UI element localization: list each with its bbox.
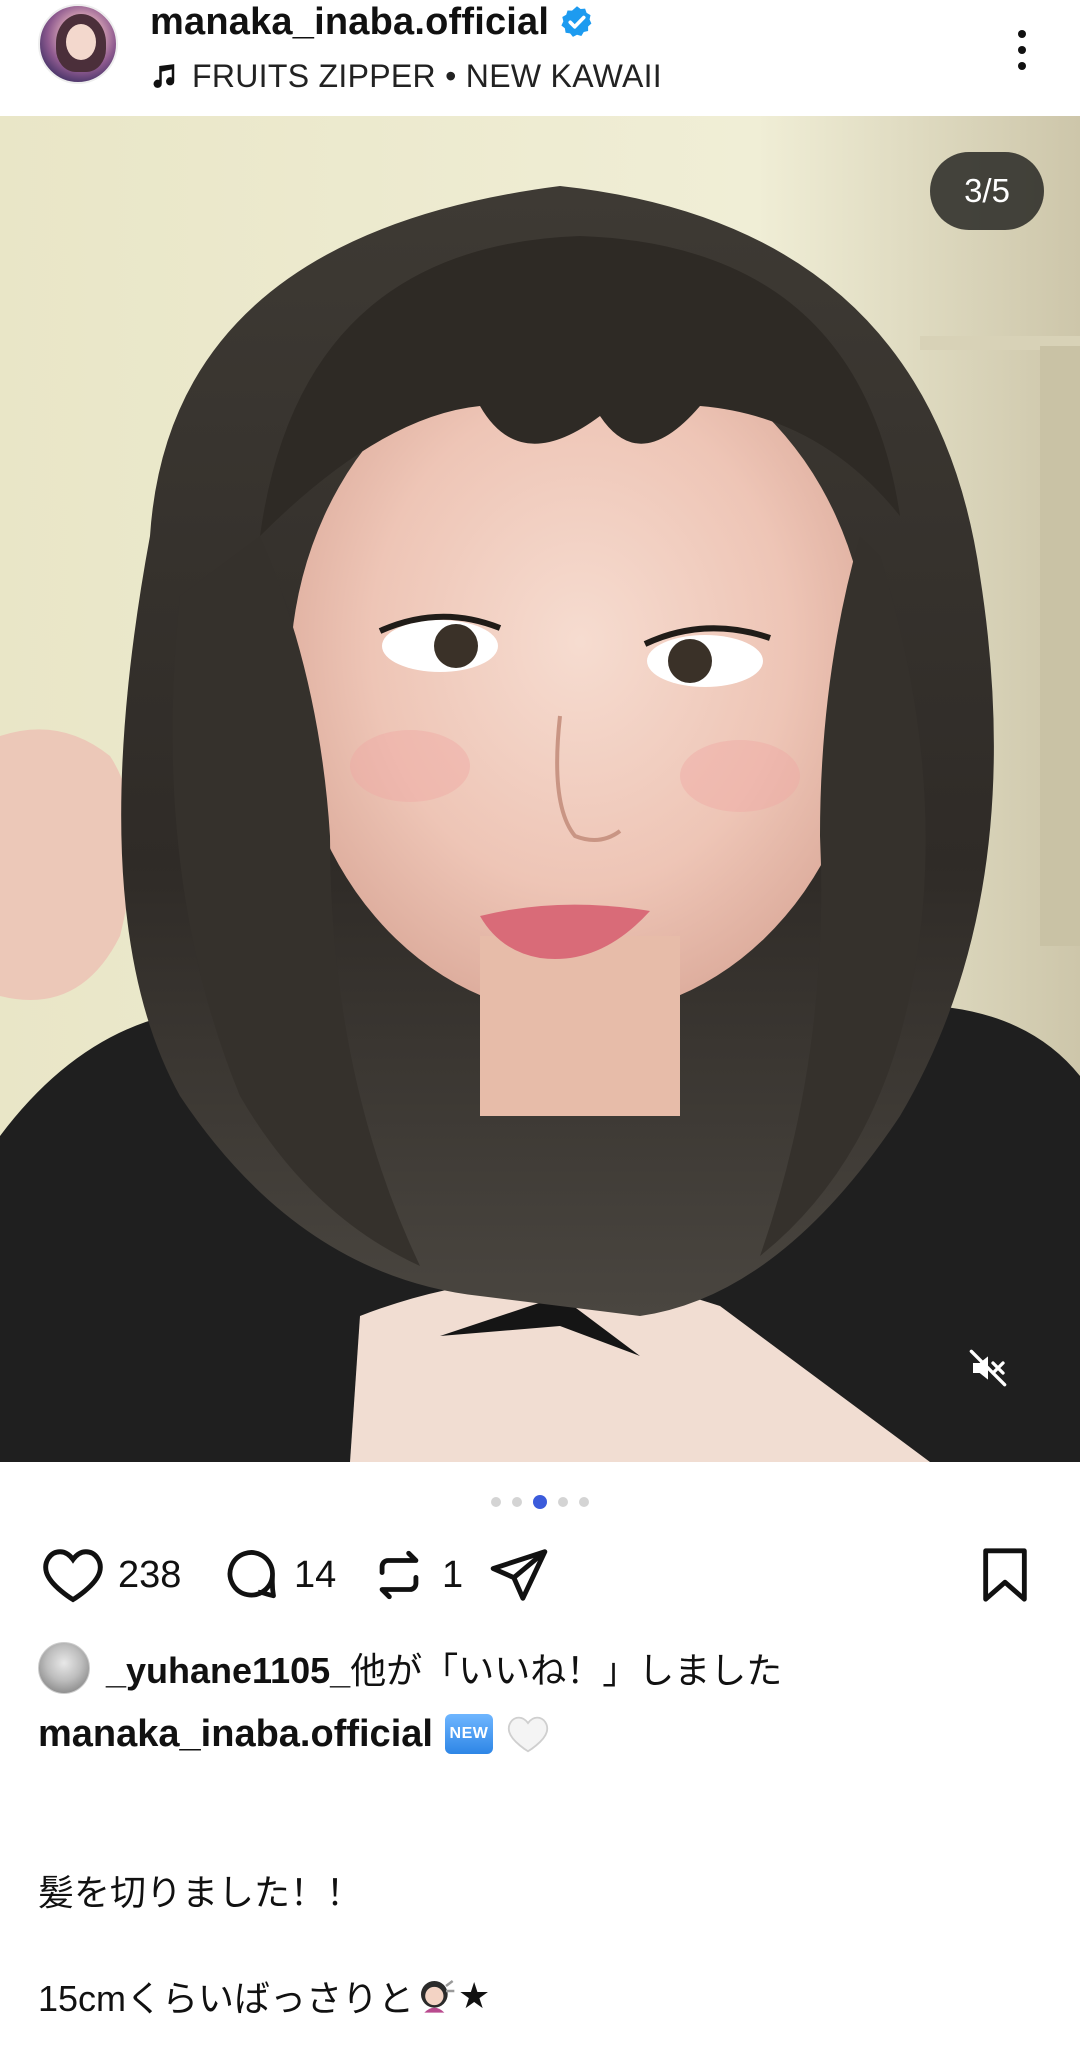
more-options-button[interactable] bbox=[1000, 20, 1044, 80]
comment-count: 14 bbox=[294, 1553, 337, 1596]
verified-badge-icon bbox=[561, 6, 592, 37]
liked-by-row[interactable]: _yuhane1105_他が「いいね！」しました bbox=[38, 1640, 782, 1696]
caption-first-line: manaka_inaba.official NEW bbox=[38, 1704, 551, 1764]
more-vertical-icon-dot bbox=[1018, 46, 1026, 54]
carousel-dot bbox=[558, 1497, 568, 1507]
hair-cut-emoji-icon bbox=[421, 1980, 455, 2013]
repost-button[interactable]: 1 bbox=[370, 1540, 463, 1610]
like-count: 238 bbox=[118, 1553, 182, 1596]
avatar-face bbox=[66, 24, 96, 60]
comment-button[interactable]: 14 bbox=[220, 1540, 336, 1610]
mute-button[interactable] bbox=[968, 1348, 1040, 1420]
more-vertical-icon-dot bbox=[1018, 30, 1026, 38]
post-header: manaka_inaba.official FRUITS ZIPPER • NE… bbox=[0, 0, 1080, 116]
caption-text: 15cmくらいばっさりと bbox=[38, 1978, 415, 2019]
music-track: FRUITS ZIPPER • NEW KAWAII bbox=[192, 57, 662, 94]
comment-icon bbox=[227, 1550, 276, 1599]
caption-username[interactable]: manaka_inaba.official bbox=[38, 1713, 433, 1756]
username-row: manaka_inaba.official bbox=[150, 0, 595, 44]
bookmark-icon bbox=[983, 1548, 1027, 1602]
repost-count: 1 bbox=[442, 1553, 464, 1596]
liked-by-suffix: 他が「いいね！」しました bbox=[350, 1650, 783, 1691]
more-vertical-icon-dot bbox=[1018, 62, 1026, 70]
caption-line-3: 15cmくらいばっさりと ★ bbox=[38, 1970, 490, 2022]
new-badge-icon: NEW bbox=[444, 1714, 493, 1754]
white-heart-icon bbox=[507, 1716, 549, 1753]
carousel-dot bbox=[579, 1497, 589, 1507]
caption-line: 髪を切りました！！ bbox=[38, 1872, 363, 1913]
share-button[interactable] bbox=[488, 1540, 550, 1610]
carousel-dot bbox=[491, 1497, 501, 1507]
liked-by-text: _yuhane1105_他が「いいね！」しました bbox=[106, 1642, 782, 1694]
carousel-dot-active bbox=[533, 1495, 547, 1509]
caption-star: ★ bbox=[458, 1975, 491, 2016]
speaker-muted-icon bbox=[969, 1349, 1007, 1387]
carousel-counter: 3/5 bbox=[930, 152, 1044, 230]
header-username[interactable]: manaka_inaba.official bbox=[150, 1, 549, 44]
avatar[interactable] bbox=[38, 4, 118, 84]
liked-by-username[interactable]: _yuhane1105_ bbox=[106, 1650, 350, 1691]
like-button[interactable]: 238 bbox=[42, 1540, 181, 1610]
music-note-icon bbox=[153, 64, 175, 88]
action-bar: 238 14 1 bbox=[0, 1540, 1080, 1610]
selfie-illustration bbox=[0, 116, 1080, 1462]
heart-icon bbox=[43, 1549, 103, 1603]
carousel-dots bbox=[0, 1494, 1080, 1510]
music-row[interactable]: FRUITS ZIPPER • NEW KAWAII bbox=[148, 54, 662, 98]
share-send-icon bbox=[490, 1549, 548, 1601]
liked-by-avatar[interactable] bbox=[38, 1642, 90, 1694]
bookmark-button[interactable] bbox=[978, 1540, 1032, 1610]
post-photo[interactable]: 3/5 bbox=[0, 116, 1080, 1462]
repost-icon bbox=[379, 1550, 419, 1600]
carousel-dot bbox=[512, 1497, 522, 1507]
